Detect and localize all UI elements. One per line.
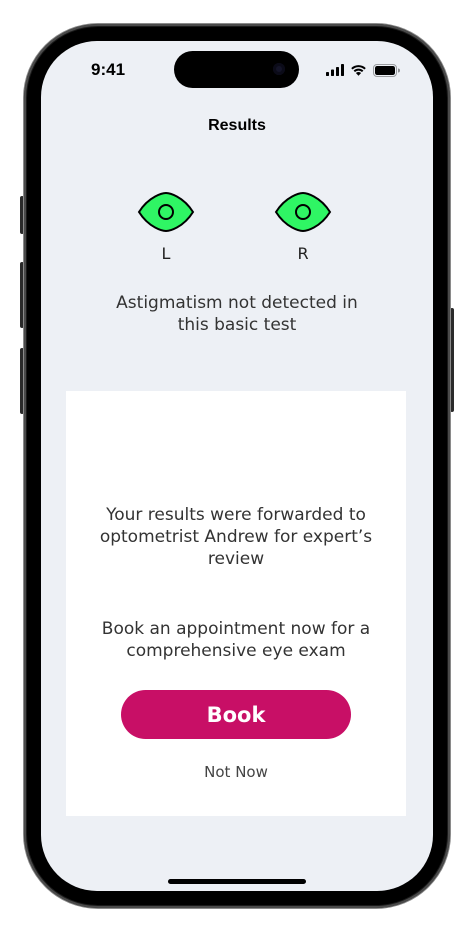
power-button: [450, 308, 454, 412]
appointment-card: Your results were forwarded to optometri…: [66, 391, 406, 816]
right-eye-result: R: [273, 191, 333, 263]
result-summary: Astigmatism not detected in this basic t…: [116, 293, 358, 335]
eye-icon: [137, 191, 195, 233]
status-icons: [326, 63, 400, 77]
app-screen: 9:41 Results L R Astigmatism not detecte…: [41, 41, 433, 891]
book-button[interactable]: Book: [121, 690, 351, 739]
not-now-link[interactable]: Not Now: [66, 763, 406, 781]
camera-icon: [273, 63, 285, 75]
eye-icon: [274, 191, 332, 233]
book-message: Book an appointment now for a comprehens…: [101, 619, 371, 661]
forward-message: Your results were forwarded to optometri…: [99, 505, 373, 569]
status-time: 9:41: [91, 60, 126, 79]
signal-icon: [326, 64, 344, 76]
eye-label-left: L: [161, 244, 171, 263]
wifi-icon: [351, 65, 366, 76]
battery-icon: [373, 63, 400, 77]
home-indicator[interactable]: [168, 879, 306, 884]
page-title: Results: [208, 117, 266, 134]
dynamic-island: [174, 51, 299, 88]
eye-label-right: R: [297, 244, 309, 263]
left-eye-result: L: [136, 191, 196, 263]
